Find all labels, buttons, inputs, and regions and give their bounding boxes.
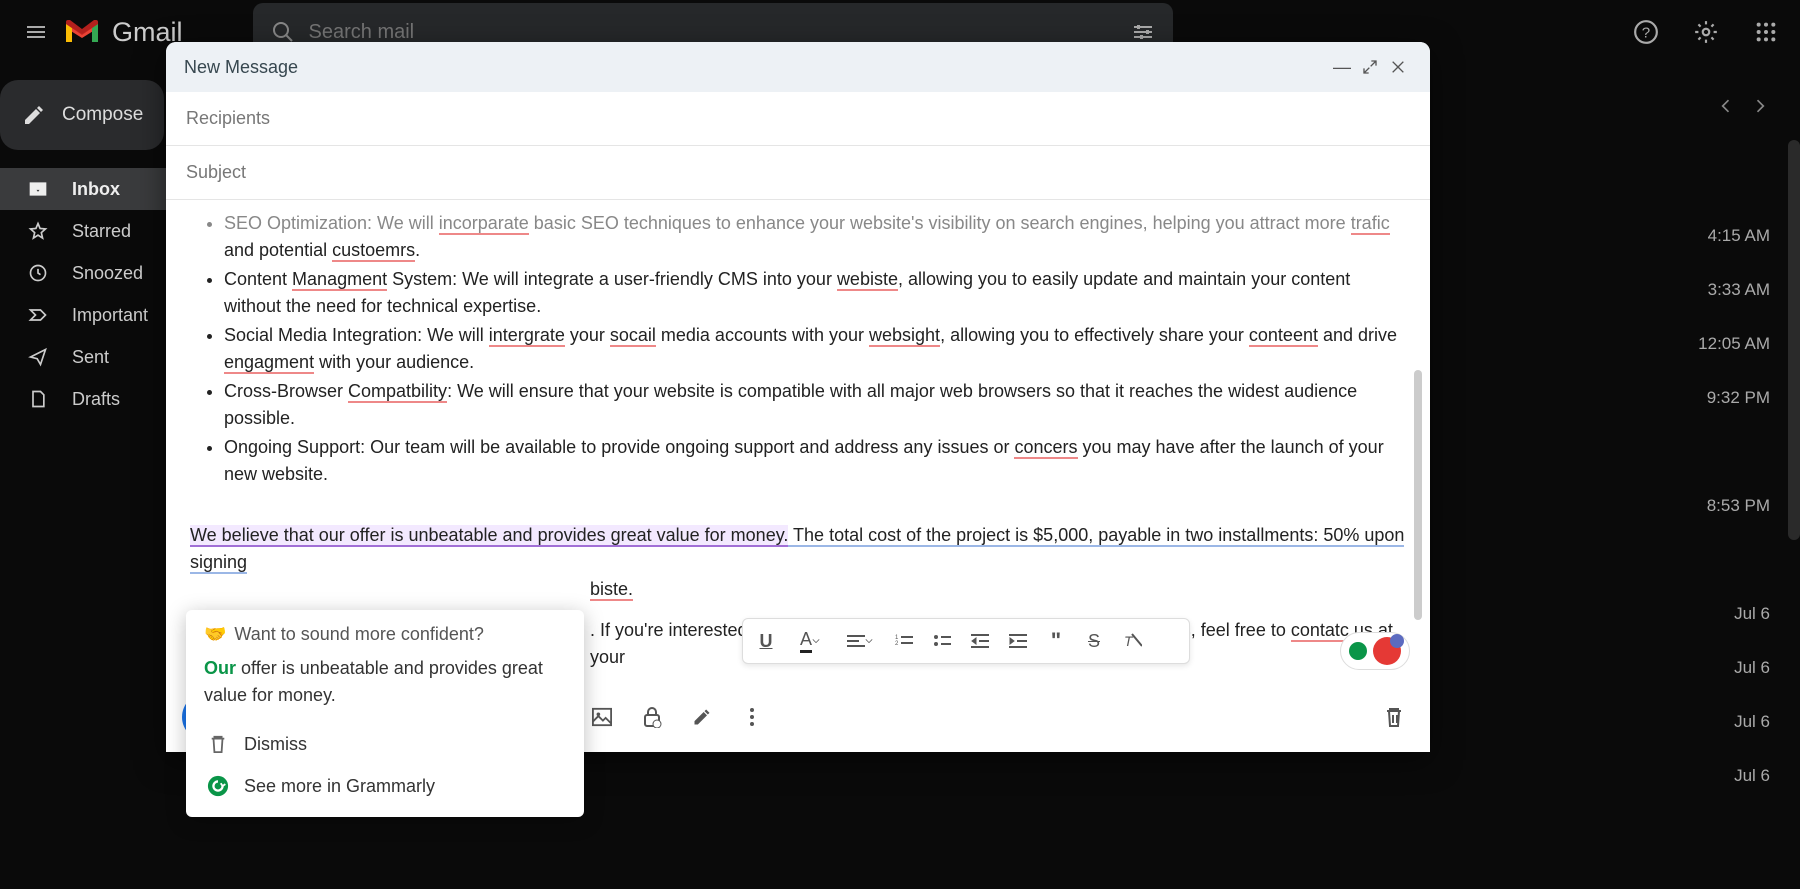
pager-nav: [1716, 96, 1770, 116]
compose-button[interactable]: Compose: [0, 80, 164, 150]
signature-button[interactable]: [682, 697, 722, 737]
sidebar-item-label: Snoozed: [72, 263, 143, 284]
mail-time: 9:32 PM: [1707, 388, 1770, 414]
quote-button[interactable]: ": [1039, 624, 1073, 658]
sidebar-item-label: Starred: [72, 221, 131, 242]
dialog-titlebar: New Message —: [166, 42, 1430, 92]
mail-time: 12:05 AM: [1698, 334, 1770, 360]
next-page-button[interactable]: [1750, 96, 1770, 116]
file-icon: [24, 389, 52, 409]
discard-button[interactable]: [1374, 697, 1414, 737]
grammarly-dismiss-button[interactable]: Dismiss: [204, 723, 566, 765]
tune-icon[interactable]: [1131, 20, 1155, 44]
bullet-seo: SEO Optimization: We will incorparate ba…: [224, 210, 1406, 264]
underline-button[interactable]: U: [749, 624, 783, 658]
grammarly-suggestion[interactable]: Our offer is unbeatable and provides gre…: [204, 655, 566, 709]
grammarly-check-icon: [1349, 642, 1367, 660]
gmail-logo-icon: [64, 12, 104, 52]
recipients-field[interactable]: Recipients: [166, 92, 1430, 146]
help-icon[interactable]: ?: [1624, 10, 1668, 54]
grammarly-logo-icon: [204, 775, 232, 797]
mail-time: Jul 6: [1734, 766, 1770, 792]
subject-placeholder: Subject: [186, 162, 246, 183]
grammarly-status-icon: [1373, 637, 1401, 665]
subject-field[interactable]: Subject: [166, 146, 1430, 200]
compose-label: Compose: [62, 104, 143, 126]
search-input[interactable]: [309, 21, 1131, 44]
sidebar-item-label: Drafts: [72, 389, 120, 410]
grammarly-badge[interactable]: [1340, 632, 1410, 670]
bullet-social: Social Media Integration: We will interg…: [224, 322, 1406, 376]
indent-less-button[interactable]: [963, 624, 997, 658]
inbox-icon: [24, 179, 52, 199]
grammarly-question: 🤝 Want to sound more confident?: [204, 624, 566, 645]
align-button[interactable]: [837, 624, 883, 658]
dialog-title: New Message: [184, 57, 298, 78]
search-icon[interactable]: [271, 20, 295, 44]
svg-text:?: ?: [1642, 24, 1650, 41]
mail-time: 4:15 AM: [1708, 226, 1770, 252]
bullet-browser: Cross-Browser Compatbility: We will ensu…: [224, 378, 1406, 432]
indent-more-button[interactable]: [1001, 624, 1035, 658]
clock-icon: [24, 263, 52, 283]
confidential-button[interactable]: [632, 697, 672, 737]
image-button[interactable]: [582, 697, 622, 737]
bullet-cms: Content Managment System: We will integr…: [224, 266, 1406, 320]
trash-icon: [204, 734, 232, 754]
mail-times-column: 4:15 AM 3:33 AM 12:05 AM 9:32 PM 8:53 PM…: [1698, 226, 1770, 792]
mail-time: Jul 6: [1734, 604, 1770, 630]
bullet-support: Ongoing Support: Our team will be availa…: [224, 434, 1406, 488]
expand-button[interactable]: [1356, 53, 1384, 81]
important-icon: [24, 305, 52, 325]
star-icon: [24, 221, 52, 241]
recipients-placeholder: Recipients: [186, 108, 270, 129]
body-trail-1: biste.: [590, 576, 1406, 603]
grammarly-more-button[interactable]: See more in Grammarly: [204, 765, 566, 807]
mail-time: Jul 6: [1734, 658, 1770, 684]
close-button[interactable]: [1384, 53, 1412, 81]
text-color-button[interactable]: A: [787, 624, 833, 658]
sidebar-item-label: Important: [72, 305, 148, 326]
more-options-button[interactable]: [732, 697, 772, 737]
format-toolbar: U A 12 " S T: [742, 618, 1190, 664]
prev-page-button[interactable]: [1716, 96, 1736, 116]
body-paragraph-1: We believe that our offer is unbeatable …: [190, 522, 1406, 576]
sidebar-item-label: Sent: [72, 347, 109, 368]
mail-time: 8:53 PM: [1707, 496, 1770, 522]
minimize-button[interactable]: —: [1328, 53, 1356, 81]
sent-icon: [24, 347, 52, 367]
logo-area[interactable]: Gmail: [64, 12, 183, 52]
menu-button[interactable]: [12, 8, 60, 56]
numbered-list-button[interactable]: 12: [887, 624, 921, 658]
svg-text:2: 2: [895, 641, 899, 647]
bulleted-list-button[interactable]: [925, 624, 959, 658]
strikethrough-button[interactable]: S: [1077, 624, 1111, 658]
pencil-icon: [22, 103, 46, 127]
main-scrollbar[interactable]: [1788, 140, 1800, 540]
body-scrollbar[interactable]: [1414, 370, 1422, 620]
apps-icon[interactable]: [1744, 10, 1788, 54]
mail-time: Jul 6: [1734, 712, 1770, 738]
remove-format-button[interactable]: T: [1115, 624, 1149, 658]
grammarly-popup: 🤝 Want to sound more confident? Our offe…: [186, 610, 584, 817]
mail-time: 3:33 AM: [1708, 280, 1770, 306]
sidebar-item-label: Inbox: [72, 179, 120, 200]
settings-icon[interactable]: [1684, 10, 1728, 54]
handshake-icon: 🤝: [204, 624, 226, 645]
